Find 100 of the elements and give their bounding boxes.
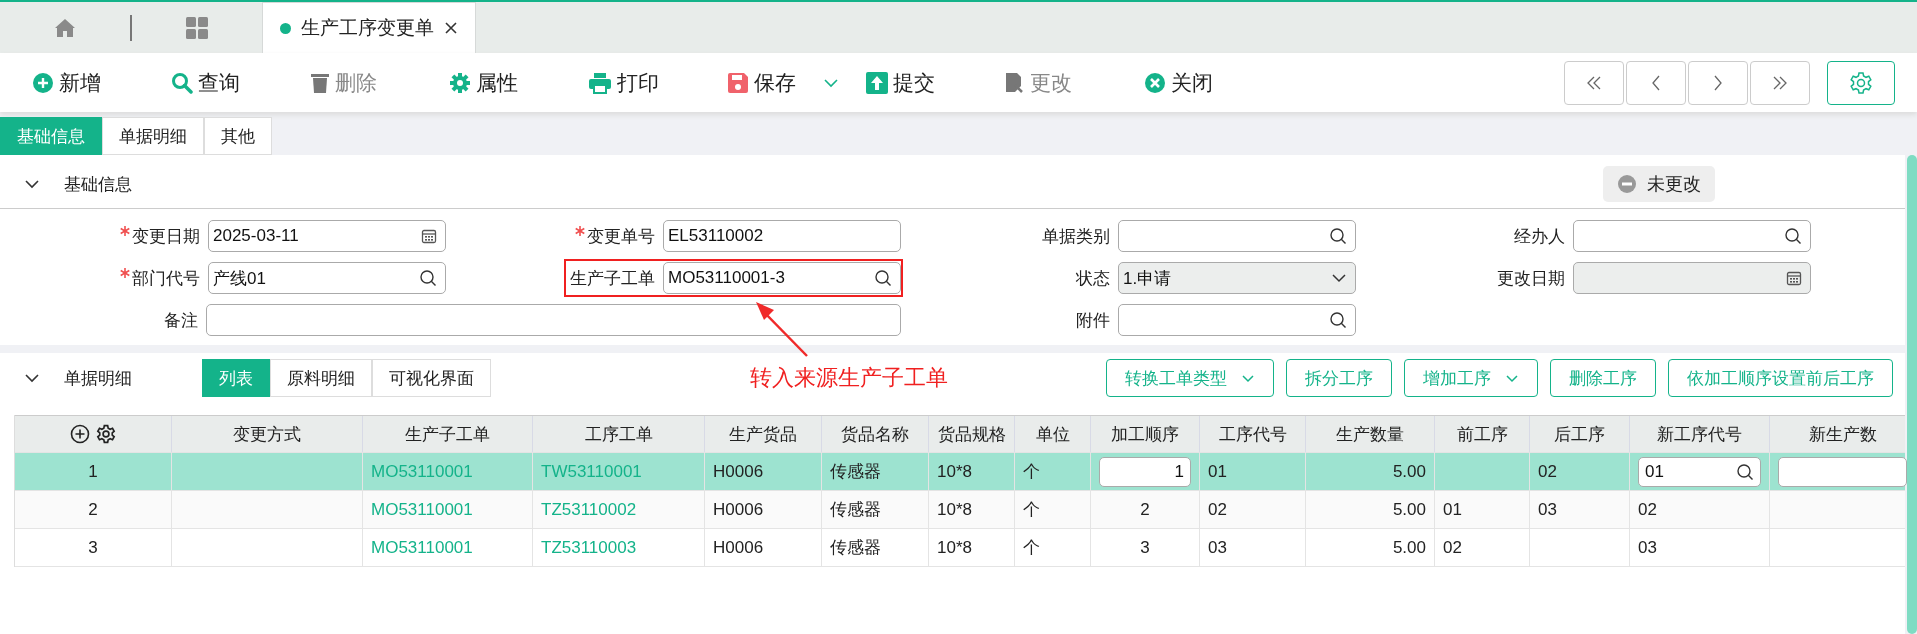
section-tab[interactable]: 其他 — [204, 117, 272, 155]
row-number: 2 — [88, 499, 98, 520]
column-header: 工序代号 — [1218, 423, 1287, 446]
column-header: 生产货品 — [729, 423, 797, 446]
row-number: 1 — [88, 461, 98, 482]
table-cell: H0006 — [713, 461, 764, 482]
gear-icon — [449, 71, 471, 94]
previous-button[interactable] — [1626, 60, 1686, 105]
search-icon — [1736, 462, 1754, 481]
settings-icon — [1849, 70, 1873, 95]
annotation-text: 转入来源生产子工单 — [750, 364, 948, 392]
settings-icon[interactable] — [96, 424, 116, 444]
column-header: 前工序 — [1456, 423, 1508, 446]
lookup-field[interactable]: MO53110001-3 — [663, 262, 901, 294]
next-button[interactable] — [1688, 60, 1748, 105]
chevron-icon[interactable] — [24, 373, 40, 383]
toolbar-button[interactable]: 打印 — [588, 68, 727, 97]
toolbar-button[interactable]: 属性 — [449, 68, 588, 97]
section-title: 单据明细 — [64, 367, 133, 390]
table-cell: H0006 — [713, 537, 764, 558]
column-header: 后工序 — [1554, 423, 1605, 446]
table-cell-text: 传感器 — [830, 499, 881, 521]
table-cell: 5.00 — [1392, 499, 1426, 520]
input-field[interactable]: 1 — [1099, 456, 1191, 487]
lookup-field[interactable]: 01 — [1638, 456, 1761, 487]
section-tab[interactable]: 单据明细 — [102, 117, 204, 155]
caret-icon[interactable] — [823, 77, 839, 88]
double-chevron-left-icon — [1586, 75, 1602, 90]
chevron-icon[interactable] — [24, 179, 40, 189]
status-text: 未更改 — [1647, 173, 1701, 196]
field-label: 经办人 — [1514, 225, 1565, 248]
table-cell: 10*8 — [937, 461, 972, 482]
column-header: 新生产数 — [1808, 423, 1877, 446]
toolbar-button[interactable]: 关闭 — [1144, 68, 1283, 97]
home-icon — [54, 16, 76, 39]
toolbar-button[interactable]: 新增 — [32, 68, 171, 97]
view-tab[interactable]: 可视化界面 — [372, 359, 491, 397]
toolbar-button[interactable]: 查询 — [171, 68, 310, 97]
table-cell: 03 — [1208, 537, 1227, 558]
settings-button[interactable] — [1827, 60, 1895, 105]
upload-icon — [866, 71, 888, 94]
field-label: 变更单号 — [587, 225, 655, 248]
lookup-field[interactable] — [1118, 220, 1356, 252]
column-header: 货品规格 — [937, 423, 1006, 446]
tab-label: 生产工序变更单 — [301, 16, 434, 40]
caret-icon — [1331, 273, 1347, 283]
search-icon — [1329, 311, 1347, 329]
trash-icon — [310, 71, 330, 94]
table-cell: 5.00 — [1392, 537, 1426, 558]
table-cell: 10*8 — [937, 499, 972, 520]
table-cell: 02 — [1443, 537, 1462, 558]
field-label: 状态 — [1076, 267, 1110, 290]
toolbar-button[interactable]: 保存 — [727, 68, 866, 97]
table-cell: 02 — [1208, 499, 1227, 520]
field-label: 生产子工单 — [570, 267, 655, 290]
search-icon — [874, 269, 892, 287]
calendar-icon — [1786, 270, 1802, 286]
table-cell: 3 — [1140, 537, 1150, 558]
add-icon — [32, 71, 54, 94]
table-cell: H0006 — [713, 499, 764, 520]
close-icon — [1144, 71, 1166, 94]
lookup-field[interactable] — [1573, 220, 1811, 252]
first-page-button[interactable] — [1564, 60, 1624, 105]
lookup-field[interactable]: 产线01 — [208, 262, 446, 294]
column-header: 货品名称 — [841, 423, 909, 446]
close-icon[interactable] — [444, 21, 458, 35]
field-label: 单据类别 — [1042, 225, 1110, 248]
toolbar-button[interactable]: 提交 — [866, 68, 1005, 97]
lookup-field[interactable] — [1118, 304, 1356, 336]
field-label: 备注 — [164, 309, 198, 332]
column-header: 单位 — [1035, 423, 1070, 446]
input-field[interactable]: EL53110002 — [663, 220, 901, 252]
date-field[interactable]: 2025-03-11 — [208, 220, 446, 252]
section-title: 基础信息 — [64, 173, 132, 196]
field-label: 变更日期 — [132, 225, 200, 248]
search-icon — [1784, 227, 1802, 245]
column-header: 工序工单 — [584, 423, 653, 446]
last-page-button[interactable] — [1750, 60, 1810, 105]
view-tab[interactable]: 原料明细 — [270, 359, 372, 397]
calendar-icon — [421, 228, 437, 244]
scrollbar[interactable] — [1907, 155, 1917, 634]
double-chevron-right-icon — [1772, 75, 1788, 90]
table-cell: 03 — [1638, 537, 1657, 558]
required-icon — [575, 226, 585, 236]
column-header: 新工序代号 — [1657, 423, 1742, 446]
required-icon — [120, 268, 130, 278]
input-field[interactable] — [1778, 456, 1907, 487]
field-label: 更改日期 — [1497, 267, 1565, 290]
table-cell: 02 — [1638, 499, 1657, 520]
table-cell: 01 — [1208, 461, 1227, 482]
minus-circle-icon — [1617, 174, 1637, 194]
row-number: 3 — [88, 537, 98, 558]
grid-icon — [185, 15, 209, 40]
required-icon — [120, 226, 130, 236]
add-row-icon[interactable] — [70, 424, 90, 444]
column-header: 生产数量 — [1336, 423, 1404, 446]
input-field[interactable] — [206, 304, 901, 336]
table-cell: 2 — [1140, 499, 1150, 520]
table-row[interactable]: 1 MO53110001 TW53110001 H0006 传感器 10*8 个 1 01 5.00 02 01 — [15, 453, 1905, 491]
document-tab[interactable]: 生产工序变更单 — [262, 2, 476, 53]
